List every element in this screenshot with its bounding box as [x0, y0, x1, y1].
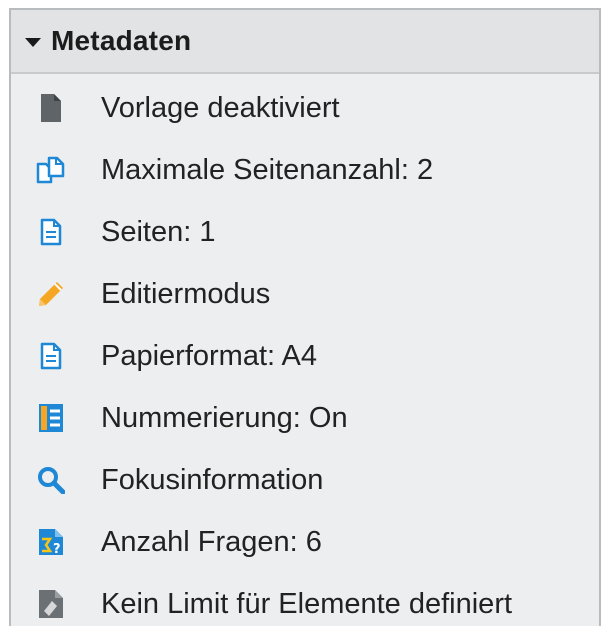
- list-item-label: Kein Limit für Elemente definiert: [101, 587, 513, 620]
- list-item-numbering: Nummerierung: On: [11, 387, 599, 449]
- list-item-label: Seiten: 1: [101, 215, 216, 248]
- list-item-max-pages: Maximale Seitenanzahl: 2: [11, 139, 599, 201]
- list-item-focus-info: Fokusinformation: [11, 449, 599, 511]
- elements-gray-icon: [36, 587, 66, 621]
- pencil-icon: [36, 277, 66, 311]
- list-item-label: Vorlage deaktiviert: [101, 91, 340, 124]
- list-item-label: Maximale Seitenanzahl: 2: [101, 153, 434, 186]
- caret-down-icon[interactable]: [25, 37, 41, 47]
- metadata-section-header[interactable]: Metadaten: [11, 10, 599, 74]
- list-item-edit-mode: Editiermodus: [11, 263, 599, 325]
- section-title: Metadaten: [51, 25, 192, 56]
- metadata-list: Vorlage deaktiviert Maximale Seitenanzah…: [11, 74, 599, 635]
- list-item-label: Nummerierung: On: [101, 401, 348, 434]
- numbered-list-icon: [36, 401, 66, 435]
- metadata-panel: Metadaten Vorlage deaktiviert Maximale S…: [9, 8, 601, 626]
- pages-copy-icon: [36, 153, 66, 187]
- list-item-label: Anzahl Fragen: 6: [101, 525, 322, 558]
- list-item-pages: Seiten: 1: [11, 201, 599, 263]
- list-item-label: Editiermodus: [101, 277, 271, 310]
- sum-question-icon: ?: [36, 525, 66, 559]
- list-item-label: Papierformat: A4: [101, 339, 317, 372]
- document-blue-icon: [36, 339, 66, 373]
- list-item-question-count: ? Anzahl Fragen: 6: [11, 511, 599, 573]
- document-blue-icon: [36, 215, 66, 249]
- document-gray-icon: [36, 91, 66, 125]
- list-item-template: Vorlage deaktiviert: [11, 77, 599, 139]
- search-icon: [36, 463, 66, 497]
- svg-text:?: ?: [53, 542, 61, 557]
- list-item-label: Fokusinformation: [101, 463, 324, 496]
- list-item-paper-format: Papierformat: A4: [11, 325, 599, 387]
